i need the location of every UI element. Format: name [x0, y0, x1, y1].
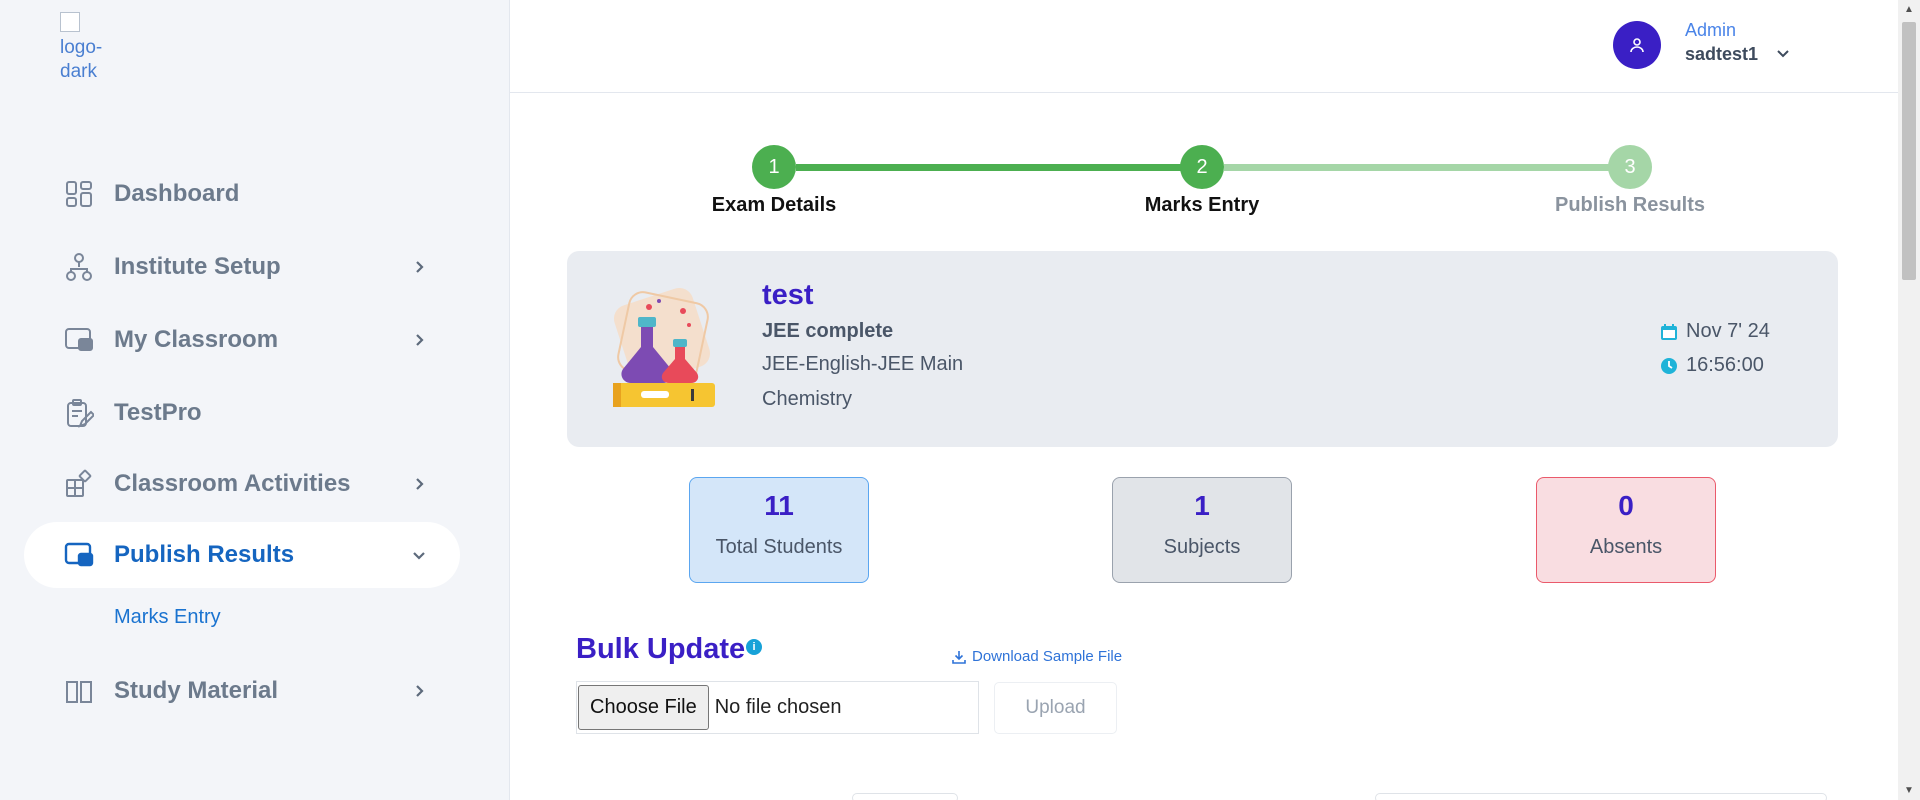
exam-info-card: test JEE complete JEE-English-JEE Main C…: [567, 251, 1838, 447]
clock-icon: [1660, 357, 1678, 375]
stat-label: Absents: [1589, 536, 1663, 558]
chevron-right-icon: [404, 252, 434, 282]
stat-value: 0: [1618, 490, 1634, 521]
sidebar-item-publish-results[interactable]: Publish Results: [24, 522, 460, 588]
scrollbar-thumb[interactable]: [1902, 22, 1916, 280]
choose-file-button[interactable]: Choose File: [578, 685, 709, 730]
sidebar-item-label: My Classroom: [114, 326, 279, 353]
stat-value: 1: [1194, 490, 1210, 521]
stat-label: Total Students: [715, 536, 843, 558]
scroll-up-arrow-icon[interactable]: ▲: [1904, 4, 1914, 15]
scroll-down-arrow-icon[interactable]: ▼: [1904, 785, 1914, 796]
stat-value: 11: [764, 490, 794, 521]
exam-subject: Chemistry: [762, 388, 853, 410]
book-icon: [62, 674, 96, 708]
exam-batch: JEE-English-JEE Main: [762, 353, 964, 375]
page-scrollbar[interactable]: ▲ ▼: [1898, 0, 1920, 800]
exam-time-text: 16:56:00: [1686, 354, 1764, 376]
step-2-circle[interactable]: 2: [1180, 145, 1224, 189]
download-sample-link[interactable]: Download Sample File: [951, 648, 1122, 665]
stat-subjects: 1 Subjects: [1112, 477, 1292, 583]
partial-field-left: [852, 793, 958, 800]
step-1-label: Exam Details: [711, 194, 837, 216]
exam-course: JEE complete: [762, 320, 894, 342]
upload-button[interactable]: Upload: [994, 682, 1117, 734]
partial-field-right: [1375, 793, 1827, 800]
chevron-right-icon: [404, 325, 434, 355]
exam-title: test: [762, 279, 814, 311]
sidebar-item-label: TestPro: [114, 399, 202, 426]
hierarchy-icon: [62, 250, 96, 284]
sidebar-item-label: Publish Results: [114, 541, 295, 568]
step-1-circle[interactable]: 1: [752, 145, 796, 189]
clipboard-edit-icon: [62, 396, 96, 430]
file-input[interactable]: Choose File No file chosen: [576, 681, 979, 734]
chevron-down-icon[interactable]: [1776, 46, 1790, 65]
user-icon: [1630, 38, 1644, 53]
sidebar-item-label: Dashboard: [114, 180, 240, 207]
step-3-label: Publish Results: [1554, 194, 1706, 216]
stepper-line-pending: [1224, 164, 1632, 171]
download-sample-label: Download Sample File: [972, 648, 1123, 665]
dashboard-icon: [62, 177, 96, 211]
sidebar-item-study-material[interactable]: Study Material: [24, 658, 460, 724]
sidebar-item-testpro[interactable]: TestPro: [24, 380, 460, 446]
logo-alt-text: logo-dark: [60, 37, 103, 82]
file-status-text: No file chosen: [714, 696, 842, 718]
stat-absents: 0 Absents: [1536, 477, 1716, 583]
user-role: Admin: [1685, 20, 1737, 40]
sidebar-item-label: Study Material: [114, 677, 279, 704]
exam-time: 16:56:00: [1660, 354, 1764, 377]
broken-image-icon: [60, 12, 80, 32]
stat-total-students: 11 Total Students: [689, 477, 869, 583]
exam-date: Nov 7' 24: [1660, 320, 1770, 343]
calendar-icon: [1660, 323, 1678, 341]
step-3-circle[interactable]: 3: [1608, 145, 1652, 189]
info-icon[interactable]: i: [746, 639, 762, 655]
sidebar-item-my-classroom[interactable]: My Classroom: [24, 307, 460, 373]
exam-date-text: Nov 7' 24: [1686, 320, 1770, 342]
avatar[interactable]: [1613, 21, 1661, 69]
download-icon: [951, 649, 967, 665]
activities-icon: [62, 467, 96, 501]
user-name[interactable]: sadtest1: [1685, 44, 1758, 65]
top-header: Admin sadtest1: [510, 0, 1898, 93]
chemistry-flask-illustration: [613, 287, 715, 407]
stepper-line-completed: [796, 164, 1202, 171]
bulk-update-title: Bulk Update: [576, 633, 746, 665]
sidebar-subitem-marks-entry[interactable]: Marks Entry: [114, 606, 221, 629]
sidebar-item-institute-setup[interactable]: Institute Setup: [24, 234, 460, 300]
sidebar: logo-dark Dashboard Institute Setup My C…: [0, 0, 510, 800]
sidebar-item-dashboard[interactable]: Dashboard: [24, 161, 460, 227]
chevron-down-icon: [404, 540, 434, 570]
stat-label: Subjects: [1163, 536, 1241, 558]
publish-icon: [62, 538, 96, 572]
chevron-right-icon: [404, 676, 434, 706]
logo[interactable]: logo-dark: [60, 12, 120, 86]
sidebar-item-label: Classroom Activities: [114, 470, 351, 497]
sidebar-item-label: Institute Setup: [114, 253, 281, 280]
chevron-right-icon: [404, 469, 434, 499]
step-2-label: Marks Entry: [1144, 194, 1260, 216]
classroom-icon: [62, 323, 96, 357]
sidebar-item-classroom-activities[interactable]: Classroom Activities: [24, 451, 460, 517]
